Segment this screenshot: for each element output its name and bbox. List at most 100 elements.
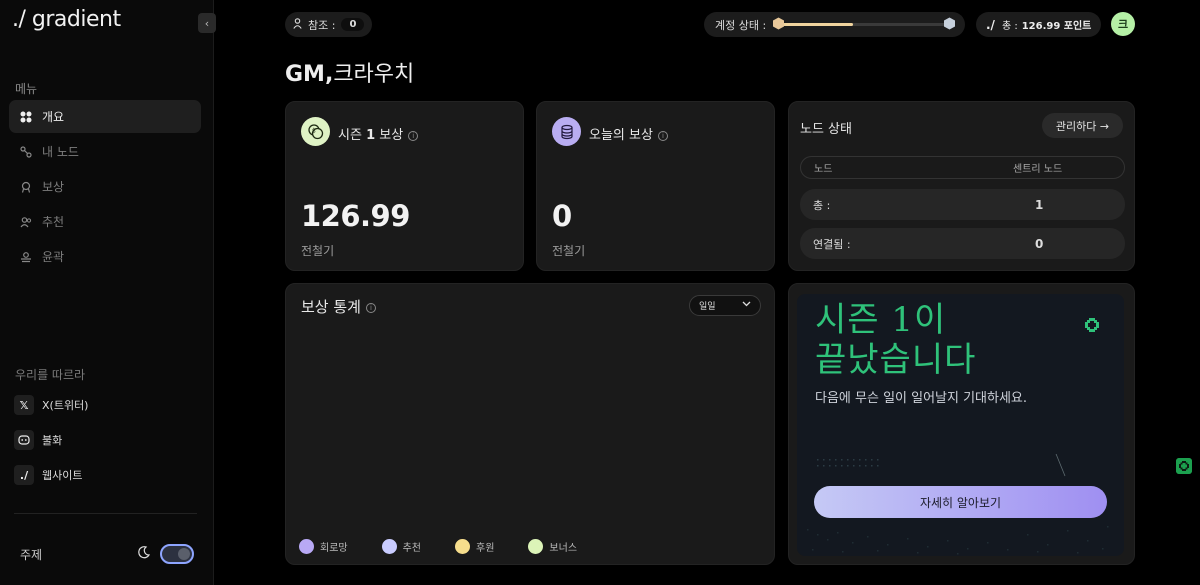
title-suffix: 보상	[375, 128, 404, 143]
account-status-progress	[776, 23, 948, 26]
legend-item[interactable]: 회로망	[299, 539, 348, 554]
legend-label: 보너스	[549, 543, 578, 554]
today-rewards-card: 오늘의 보상 i 0 전철기	[536, 101, 775, 271]
season-ended-title: 시즌 1이 끝났습니다	[815, 300, 976, 380]
users-icon	[19, 215, 33, 229]
title-line-2: 끝났습니다	[815, 340, 977, 380]
legend-dot	[455, 539, 471, 554]
season-rewards-title: 시즌 1 보상 i	[338, 124, 419, 143]
sidebar-item-referrals[interactable]: 추천	[9, 205, 201, 238]
bronze-hex-icon	[773, 17, 784, 30]
node-table-header: 노드 센트리 노드	[800, 156, 1125, 179]
social-link-website[interactable]: ./ 웹사이트	[14, 465, 194, 485]
legend-dot	[299, 539, 314, 554]
info-icon[interactable]: i	[408, 130, 419, 141]
social-label: 웹사이트	[42, 469, 83, 482]
points-pill[interactable]: ./ 총 : 126.99 포인트	[976, 12, 1101, 37]
manage-button[interactable]: 관리하다 →	[1042, 113, 1123, 138]
row-value: 0	[1035, 236, 1044, 251]
sidebar-item-label: 내 노드	[42, 145, 79, 159]
period-select[interactable]: 일일	[689, 295, 761, 316]
legend-label: 추천	[402, 543, 422, 554]
follow-us-label: 우리를 따르라	[15, 368, 86, 382]
sidebar-item-label: 추천	[42, 215, 65, 229]
sidebar-nav: 개요 내 노드 보상 추천 윤곽	[9, 100, 201, 275]
svg-text:$: $	[312, 128, 316, 135]
sidebar-item-overview[interactable]: 개요	[9, 100, 201, 133]
col-sentry-node: 센트리 노드	[1013, 164, 1063, 175]
title-num: 1	[366, 128, 376, 143]
today-rewards-unit: 전철기	[552, 244, 586, 258]
account-status-label: 계정 상태 :	[715, 18, 767, 32]
theme-label: 주제	[20, 548, 43, 562]
sidebar: ./ gradient ‹ 메뉴 개요 내 노드 보상 추천 윤곽 우리를 따르…	[0, 0, 216, 585]
node-status-title: 노드 상태	[800, 122, 852, 137]
sidebar-item-my-nodes[interactable]: 내 노드	[9, 135, 201, 168]
row-label: 연결됨 :	[813, 237, 851, 251]
today-title-text: 오늘의 보상	[589, 128, 653, 143]
coins-stack-icon	[552, 117, 581, 146]
node-status-card: 노드 상태 관리하다 → 노드 센트리 노드 총 : 1 연결됨 : 0	[788, 101, 1135, 271]
legend-dot	[528, 539, 544, 554]
legend-dot	[381, 539, 397, 554]
social-link-discord[interactable]: 불화	[14, 430, 194, 450]
referral-pill[interactable]: 참조 : 0	[285, 12, 373, 37]
referral-label: 참조 :	[308, 18, 336, 32]
gradient-extension-icon[interactable]	[1176, 458, 1192, 474]
title-prefix: 시즌	[338, 128, 367, 143]
points-value: 126.99 포인트	[1021, 21, 1092, 32]
info-icon[interactable]: i	[365, 303, 376, 313]
sidebar-item-label: 보상	[42, 180, 65, 194]
legend-item[interactable]: 보너스	[528, 539, 577, 554]
moon-icon	[138, 546, 151, 559]
reward-stats-card: 보상 통계 i 일일 회로망 추천 후원 보너스	[285, 283, 775, 565]
season-rewards-card: $ 시즌 1 보상 i 126.99 전철기	[285, 101, 524, 271]
season-ended-subtitle: 다음에 무슨 일이 일어날지 기대하세요.	[815, 391, 1028, 406]
greeting-gm: GM,	[285, 62, 334, 87]
profile-icon	[19, 250, 33, 264]
chart-legend: 회로망 추천 후원 보너스	[299, 539, 611, 554]
collapse-sidebar-button[interactable]: ‹	[198, 13, 216, 33]
award-icon	[19, 180, 33, 194]
points-label: 총 :	[1001, 21, 1018, 32]
season-rewards-unit: 전철기	[301, 244, 335, 258]
sidebar-item-label: 개요	[42, 110, 65, 124]
user-icon	[293, 17, 302, 32]
reward-stats-title: 보상 통계 i	[301, 296, 376, 317]
table-row: 연결됨 : 0	[800, 228, 1125, 259]
sidebar-item-profile[interactable]: 윤곽	[9, 240, 201, 273]
learn-more-button[interactable]: 자세히 알아보기	[814, 486, 1107, 518]
row-label: 총 :	[813, 198, 831, 212]
sidebar-divider	[14, 513, 197, 514]
legend-item[interactable]: 후원	[455, 539, 494, 554]
gradient-glyph-icon	[1085, 318, 1099, 332]
info-icon[interactable]: i	[657, 130, 668, 141]
legend-label: 회로망	[320, 543, 348, 554]
row-value: 1	[1035, 197, 1044, 212]
avatar[interactable]: 크	[1111, 12, 1135, 36]
sidebar-item-rewards[interactable]: 보상	[9, 170, 201, 203]
toggle-knob	[178, 548, 190, 560]
dandelion-decoration	[1055, 454, 1066, 477]
grid-icon	[19, 110, 33, 124]
gradient-logo-icon: ./	[14, 465, 34, 485]
social-label: X(트위터)	[42, 399, 89, 412]
app-logo[interactable]: ./ gradient	[12, 7, 121, 32]
nodes-icon	[19, 145, 33, 159]
season-rewards-value: 126.99	[301, 199, 410, 233]
menu-label: 메뉴	[15, 82, 38, 96]
account-status-pill[interactable]: 계정 상태 :	[704, 12, 965, 37]
stats-title-text: 보상 통계	[301, 298, 361, 316]
legend-item[interactable]: 추천	[381, 539, 422, 554]
greeting-name: 크라우치	[333, 62, 415, 87]
progress-fill	[776, 23, 854, 26]
coin-icon: $	[301, 117, 330, 146]
theme-toggle[interactable]	[160, 544, 194, 564]
sidebar-item-label: 윤곽	[42, 250, 65, 264]
today-rewards-title: 오늘의 보상 i	[589, 124, 668, 143]
page-greeting: GM,크라우치	[285, 56, 414, 88]
chevron-down-icon	[742, 300, 751, 310]
social-link-x[interactable]: 𝕏 X(트위터)	[14, 395, 194, 415]
col-node: 노드	[814, 164, 833, 175]
social-label: 불화	[42, 434, 63, 447]
